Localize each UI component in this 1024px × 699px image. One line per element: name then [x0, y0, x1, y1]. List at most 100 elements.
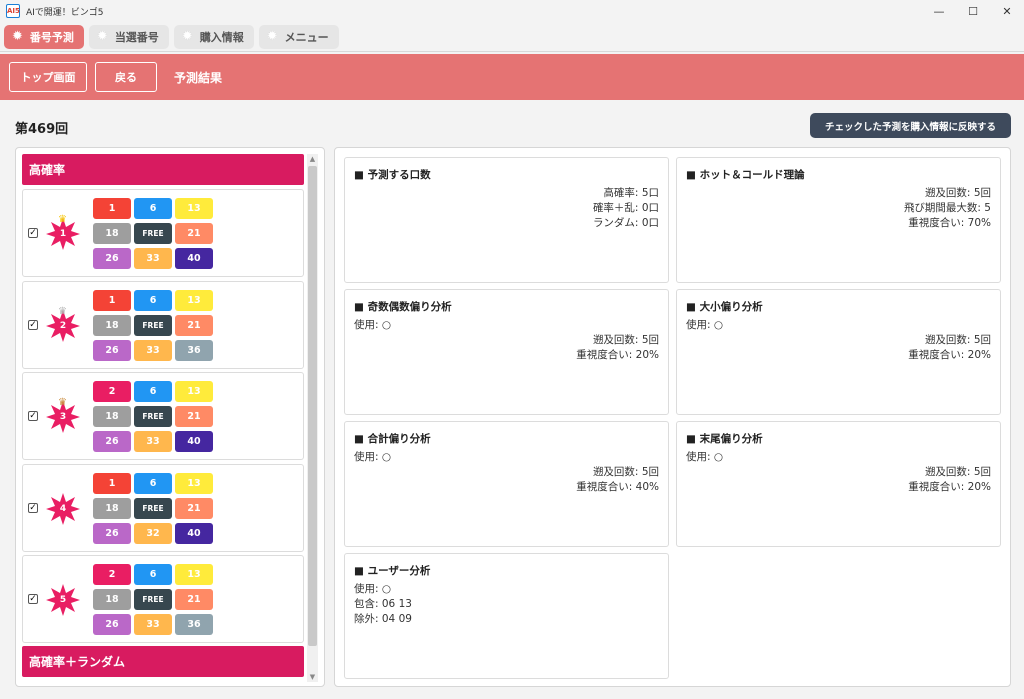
- analysis-title: ■ ホット＆コールド理論: [686, 169, 805, 181]
- number-cell: 26: [93, 248, 131, 269]
- scroll-thumb[interactable]: [308, 166, 317, 646]
- number-cell: 40: [175, 431, 213, 452]
- number-cell: 6: [134, 381, 172, 402]
- analysis-value: 重視度合い: 20%: [908, 349, 991, 361]
- back-button[interactable]: 戻る: [95, 62, 157, 92]
- tab-menu[interactable]: ✹ メニュー: [258, 24, 339, 49]
- prediction-checkbox[interactable]: ✓: [28, 594, 38, 604]
- number-cell: 21: [175, 314, 213, 336]
- sparkle-icon: ✹: [96, 29, 108, 44]
- number-cell: 13: [175, 198, 213, 219]
- rank-number: 5: [59, 595, 67, 605]
- rank-badge-icon: ♛ 1: [45, 214, 81, 252]
- scroll-down-icon[interactable]: ▼: [307, 672, 318, 682]
- analysis-title: ■ ユーザー分析: [354, 565, 431, 577]
- sparkle-icon: ✹: [266, 29, 278, 44]
- tab-bar: ✹ 番号予測 ✹ 当選番号 ✹ 購入情報 ✹ メニュー: [0, 22, 1024, 52]
- number-cell: 26: [93, 339, 131, 361]
- sparkle-icon: ✹: [181, 29, 193, 44]
- analysis-box: ■ 予測する口数高確率: 5口確率＋乱: 0口 ランダム: 0口: [344, 157, 669, 283]
- number-grid: 1 6 13 18 FREE 21 26 33 40: [93, 198, 213, 269]
- number-cell: 33: [134, 339, 172, 361]
- number-cell: 18: [93, 497, 131, 519]
- analysis-detail: 使用: ○: [354, 319, 392, 331]
- analysis-detail: 使用: ○: [354, 583, 392, 595]
- rank-number: 4: [59, 503, 67, 514]
- prediction-card: ✓ ♛ 1 1 6 13 18 FREE 21 26 33 40: [22, 189, 304, 277]
- rank-badge-icon: ♛ 2: [45, 306, 81, 344]
- number-cell: FREE: [134, 497, 172, 519]
- app-icon: AI5: [6, 4, 20, 18]
- number-cell: 1: [93, 198, 131, 219]
- tab-label: 番号予測: [29, 30, 74, 44]
- rank-badge-icon: 5: [45, 582, 81, 618]
- number-cell: 6: [134, 289, 172, 311]
- title-bar: AI5 AIで開運！ビンゴ5 — ☐ ✕: [0, 0, 1024, 22]
- analysis-box: ■ 奇数偶数偏り分析 使用: ○ 遡及回数: 5回 重視度合い: 20%: [344, 289, 669, 415]
- section-high-prob-random: 高確率＋ランダム: [22, 646, 304, 677]
- number-cell: 6: [134, 472, 172, 494]
- number-cell: FREE: [134, 406, 172, 427]
- number-cell: FREE: [134, 223, 172, 244]
- rank-number: 3: [59, 412, 67, 422]
- number-grid: 1 6 13 18 FREE 21 26 33 36: [93, 289, 213, 361]
- analysis-value: 遡及回数: 5回: [592, 466, 659, 478]
- scroll-up-icon[interactable]: ▲: [307, 154, 318, 164]
- prediction-card: ✓ 4 1 6 13 18 FREE 21 26 32 40: [22, 463, 304, 552]
- analysis-box: ■ 合計偏り分析 使用: ○ 遡及回数: 5回 重視度合い: 40%: [344, 421, 669, 547]
- close-icon[interactable]: ✕: [990, 0, 1024, 22]
- reflect-to-purchase-button[interactable]: チェックした予測を購入情報に反映する: [810, 113, 1011, 138]
- number-cell: 40: [175, 248, 213, 269]
- number-cell: 13: [175, 381, 213, 402]
- number-grid: 1 6 13 18 FREE 21 26 32 40: [93, 472, 213, 544]
- page-header: トップ画面 戻る 予測結果: [0, 54, 1024, 100]
- number-cell: 21: [175, 223, 213, 244]
- tab-prediction[interactable]: ✹ 番号予測: [4, 24, 84, 49]
- prediction-checkbox[interactable]: ✓: [28, 319, 38, 330]
- analysis-value: 重視度合い: 40%: [576, 481, 659, 493]
- analysis-value: 飛び期間最大数: 5: [903, 202, 991, 214]
- number-cell: 1: [93, 472, 131, 494]
- rank-number: 2: [59, 320, 67, 331]
- number-cell: 36: [175, 339, 213, 361]
- analysis-box: ■ ユーザー分析 使用: ○ 包含: 06 13 除外: 04 09: [344, 553, 669, 679]
- number-cell: 6: [134, 198, 172, 219]
- top-screen-button[interactable]: トップ画面: [9, 62, 87, 92]
- tab-winning-numbers[interactable]: ✹ 当選番号: [88, 24, 169, 49]
- analysis-title: ■ 奇数偶数偏り分析: [354, 301, 452, 313]
- number-cell: 13: [175, 564, 213, 585]
- analysis-value: 遡及回数: 5回: [924, 466, 991, 478]
- prediction-checkbox[interactable]: ✓: [28, 228, 38, 238]
- analysis-value: 重視度合い: 20%: [576, 349, 659, 361]
- prediction-checkbox[interactable]: ✓: [28, 411, 38, 421]
- analysis-value: 遡及回数: 5回: [924, 187, 991, 199]
- number-cell: 6: [134, 564, 172, 585]
- prediction-card: ✓ ♛ 2 1 6 13 18 FREE 21 26 33 36: [22, 280, 304, 369]
- analysis-value: 重視度合い: 70%: [908, 217, 991, 229]
- prediction-list-panel: 高確率 ✓ ♛ 1 1 6 13 18 FREE 21 26 33 40 ✓ ♛ 2 1 6 13 18 FREE 21…: [15, 147, 325, 687]
- analysis-detail: 使用: ○: [686, 319, 724, 331]
- number-cell: 21: [175, 497, 213, 519]
- number-cell: 18: [93, 589, 131, 610]
- analysis-title: ■ 末尾偏り分析: [686, 433, 763, 445]
- tab-label: メニュー: [284, 30, 329, 44]
- analysis-title: ■ 予測する口数: [354, 169, 431, 181]
- tab-purchase-info[interactable]: ✹ 購入情報: [173, 24, 254, 49]
- number-cell: 13: [175, 472, 213, 494]
- analysis-value: 確率＋乱: 0口: [592, 202, 659, 214]
- number-cell: 36: [175, 614, 213, 635]
- window-title: AIで開運！ビンゴ5: [26, 7, 104, 18]
- number-cell: 33: [134, 614, 172, 635]
- number-cell: 33: [134, 431, 172, 452]
- analysis-value: 高確率: 5口: [603, 187, 659, 199]
- analysis-box: ■ 大小偏り分析 使用: ○ 遡及回数: 5回 重視度合い: 20%: [676, 289, 1001, 415]
- number-cell: FREE: [134, 314, 172, 336]
- maximize-icon[interactable]: ☐: [956, 0, 990, 22]
- analysis-value: ランダム: 0口: [592, 217, 659, 229]
- minimize-icon[interactable]: —: [922, 0, 956, 22]
- tab-label: 購入情報: [199, 30, 244, 44]
- number-cell: FREE: [134, 589, 172, 610]
- analysis-title: ■ 合計偏り分析: [354, 433, 431, 445]
- prediction-checkbox[interactable]: ✓: [28, 502, 38, 513]
- scrollbar[interactable]: ▲ ▼: [307, 154, 318, 682]
